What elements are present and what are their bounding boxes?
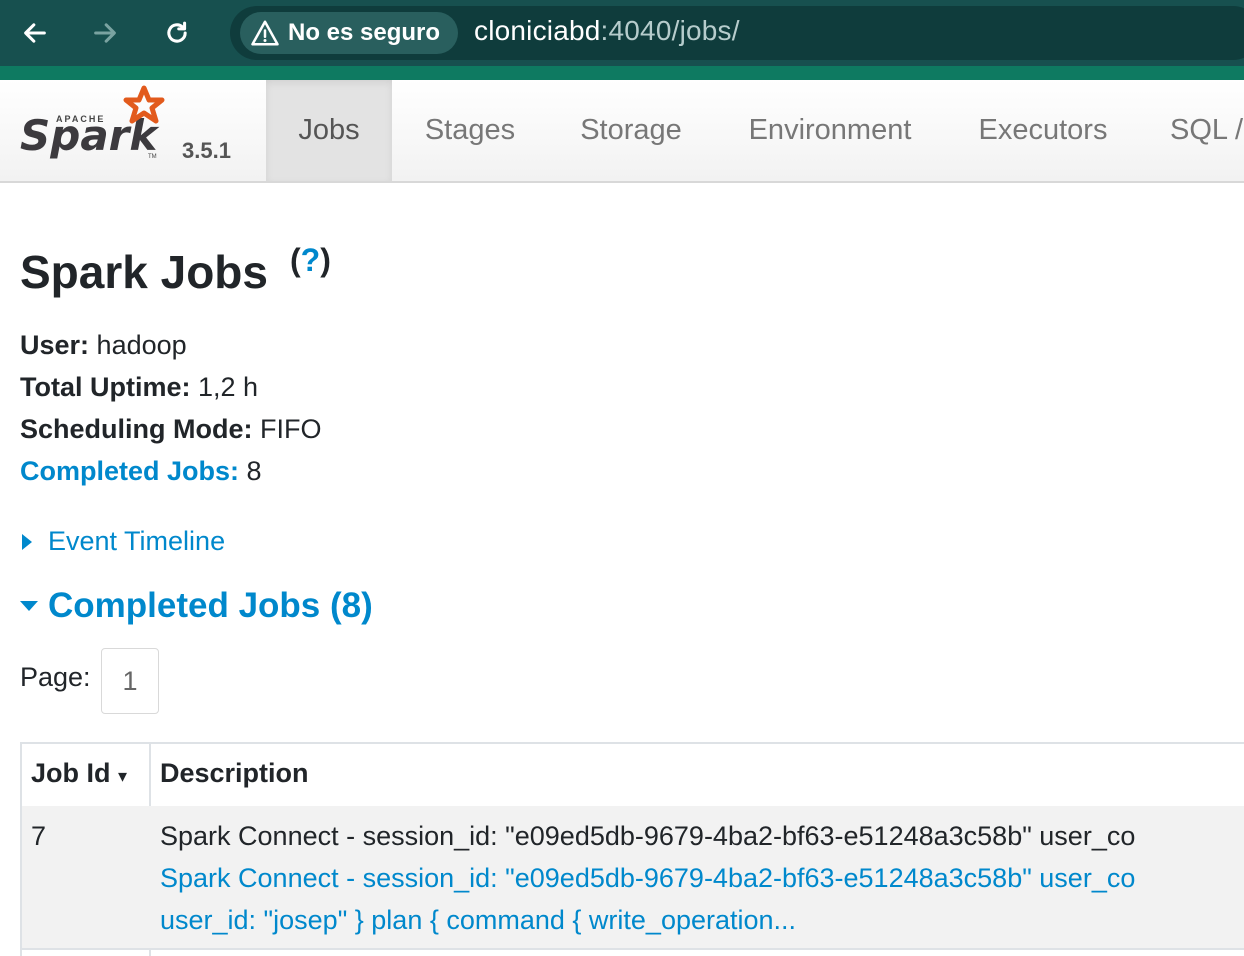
tab-executors[interactable]: Executors (946, 80, 1140, 181)
scheduling-label: Scheduling Mode: (20, 414, 253, 444)
scheduling-value: FIFO (260, 414, 322, 444)
toolbar-divider (0, 66, 1244, 80)
completed-value: 8 (246, 456, 262, 486)
completed-jobs-header: Completed Jobs (8) (48, 586, 373, 625)
completed-info: Completed Jobs: 8 (20, 456, 262, 487)
user-value: hadoop (96, 330, 187, 360)
warning-icon (251, 20, 279, 46)
security-indicator[interactable]: No es seguro (240, 12, 458, 54)
page-number-button[interactable]: 1 (101, 648, 159, 714)
security-label: No es seguro (288, 19, 441, 46)
reload-button[interactable] (158, 14, 196, 52)
user-label: User: (20, 330, 90, 360)
svg-text:TM: TM (148, 154, 157, 160)
tab-stages[interactable]: Stages (392, 80, 548, 181)
help-icon[interactable]: ? (301, 242, 321, 278)
browser-toolbar: No es seguro cloniciabd:4040/jobs/ (0, 0, 1244, 80)
arrow-right-icon (94, 23, 116, 43)
caret-down-icon (20, 601, 38, 611)
column-header-jobid[interactable]: Job Id ▾ (31, 758, 127, 789)
tab-sql[interactable]: SQL / (1140, 80, 1244, 181)
description-line: Spark Connect - session_id: "e09ed5db-96… (160, 821, 1136, 851)
url-text[interactable]: cloniciabd:4040/jobs/ (474, 15, 740, 47)
spark-navbar: APACHE Spark TM 3.5.1 Jobs Stages Storag… (0, 80, 1244, 183)
back-button[interactable] (16, 14, 54, 52)
event-timeline-label: Event Timeline (48, 526, 226, 556)
sort-desc-icon: ▾ (118, 766, 128, 786)
caret-right-icon (22, 533, 32, 550)
tab-storage[interactable]: Storage (548, 80, 714, 181)
uptime-value: 1,2 h (198, 372, 259, 402)
uptime-label: Total Uptime: (20, 372, 191, 402)
column-header-description[interactable]: Description (160, 758, 309, 789)
url-path: :4040/jobs/ (600, 15, 740, 46)
event-timeline-toggle[interactable]: Event Timeline (22, 526, 225, 557)
scheduling-info: Scheduling Mode: FIFO (20, 414, 322, 445)
url-host: cloniciabd (474, 15, 601, 46)
forward-button[interactable] (86, 14, 124, 52)
tab-jobs[interactable]: Jobs (266, 80, 392, 181)
description-link[interactable]: Spark Connect - session_id: "e09ed5db-96… (160, 863, 1135, 894)
user-info: User: hadoop (20, 330, 187, 361)
job-id-cell: 7 (31, 821, 47, 851)
tab-environment[interactable]: Environment (714, 80, 946, 181)
jobid-header-label: Job Id (31, 758, 111, 788)
description-link-continued[interactable]: user_id: "josep" } plan { command { writ… (160, 905, 796, 936)
completed-jobs-toggle[interactable]: Completed Jobs (8) (20, 586, 373, 626)
spark-logo[interactable]: APACHE Spark TM (16, 84, 186, 174)
arrow-left-icon (24, 23, 46, 43)
page-label: Page: (20, 662, 91, 692)
help-link[interactable]: (?) (290, 242, 331, 279)
reload-icon (167, 21, 187, 43)
uptime-info: Total Uptime: 1,2 h (20, 372, 258, 403)
page-title: Spark Jobs (20, 246, 268, 298)
completed-jobs-link[interactable]: Completed Jobs: (20, 456, 239, 486)
spark-version: 3.5.1 (182, 138, 231, 163)
